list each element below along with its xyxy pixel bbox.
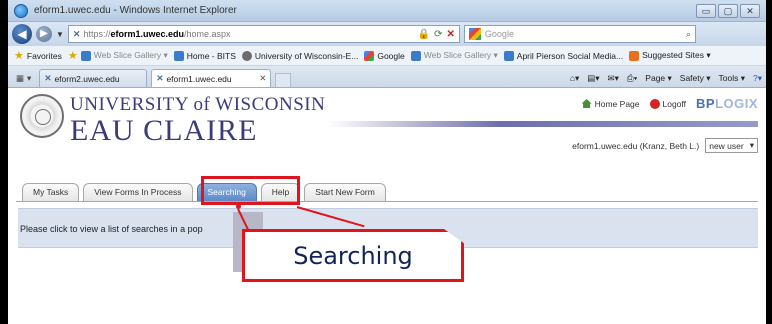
favorites-button[interactable]: ★ Favorites [14,49,62,62]
university-name: UNIVERSITY of WISCONSIN [70,94,326,115]
mail-icon[interactable]: ✉▾ [608,73,619,84]
url-actions: 🔒 ⟳ ✕ [418,29,455,40]
user-info: eform1.uwec.edu (Kranz, Beth L.) [572,140,700,151]
page-icon [173,50,184,61]
favorite-web-slice-1[interactable]: ★ Web Slice Gallery ▾ [68,49,168,62]
browser-tab-eform2[interactable]: ✕ eform2.uwec.edu [39,69,148,87]
safety-menu[interactable]: Safety ▾ [680,73,711,84]
chevron-down-icon: ▾ [749,140,754,150]
google-icon [468,28,481,40]
favorite-label: Google [377,50,405,61]
site-favicon-icon: ✕ [156,73,164,83]
favorites-label: Favorites [26,50,62,61]
page-content: UNIVERSITY of WISCONSIN EAU CLAIRE Home … [8,88,766,302]
web-slice-icon [410,50,421,61]
quick-tabs-button[interactable]: ▦ ▾ [12,69,35,87]
maximize-button[interactable]: ▢ [718,3,738,18]
campus-name: EAU CLAIRE [70,114,258,147]
user-line: eform1.uwec.edu (Kranz, Beth L.) new use… [572,138,758,153]
search-field[interactable]: Google ⌕ [463,25,696,43]
tab-view-forms-in-process[interactable]: View Forms In Process [83,183,193,201]
home-page-label: Home Page [594,98,640,109]
favorites-star-icon: ★ [14,50,24,62]
help-icon[interactable]: ?▾ [753,73,762,84]
browser-tab-eform1[interactable]: ✕ eform1.uwec.edu ✕ [151,69,272,87]
tab-rule [16,201,758,202]
tools-menu[interactable]: Tools ▾ [719,73,745,84]
site-favicon-icon: ✕ [72,28,81,39]
refresh-icon[interactable]: ⟳ [434,29,442,40]
url-scheme: https:// [83,29,111,39]
page-icon [503,50,514,61]
url-path: /home.aspx [184,29,231,39]
uw-seal-icon [20,94,64,138]
add-favorite-icon: ★ [67,50,78,62]
logoff-icon [649,98,660,109]
address-bar: ◀ ▶ ▼ ✕ https:// eform1.uwec.edu /home.a… [8,22,766,46]
suggested-sites-icon [629,50,640,61]
browser-tab-bar: ▦ ▾ ✕ eform2.uwec.edu ✕ eform1.uwec.edu … [8,66,766,88]
header-rule [328,121,758,127]
favorite-april-pierson[interactable]: April Pierson Social Media... [503,50,624,61]
home-icon [581,99,592,108]
search-placeholder: Google [484,29,514,39]
searching-tab-highlight [201,176,300,205]
favorite-label: Home - BITS [186,50,236,61]
window-title: eform1.uwec.edu - Windows Internet Explo… [34,5,237,16]
bplogix-logo: BPLOGIX [695,96,758,111]
logoff-label: Logoff [662,98,686,109]
new-tab-button[interactable] [275,73,292,87]
tab-start-new-form[interactable]: Start New Form [304,183,386,201]
user-select[interactable]: new user ▾ [705,138,758,153]
site-favicon-icon: ✕ [44,73,52,83]
top-links: Home Page Logoff BPLOGIX [581,96,758,111]
tab-label: eform1.uwec.edu [166,73,232,84]
favorite-web-slice-2[interactable]: Web Slice Gallery ▾ [410,50,498,61]
search-icon[interactable]: ⌕ [686,29,691,40]
tab-label: eform2.uwec.edu [54,73,120,84]
tab-my-tasks[interactable]: My Tasks [22,183,80,201]
home-icon[interactable]: ⌂▾ [570,73,579,84]
favorite-label: Suggested Sites ▾ [642,50,711,60]
favorite-label: University of Wisconsin-E... [254,50,359,61]
stage: eform1.uwec.edu - Windows Internet Explo… [0,0,772,324]
close-button[interactable]: ✕ [740,3,760,18]
favorites-bar: ★ Favorites ★ Web Slice Gallery ▾ Home -… [8,46,766,66]
favorite-label: Web Slice Gallery ▾ [93,50,168,60]
print-icon[interactable]: ⎙▾ [627,73,637,84]
web-slice-icon [80,50,91,61]
history-dropdown-icon[interactable]: ▼ [56,30,64,39]
callout-dot [236,204,241,209]
feeds-icon[interactable]: ▤▾ [587,73,599,84]
quick-tabs-icon: ▦ [16,72,25,83]
command-bar: ⌂▾ ▤▾ ✉▾ ⎙▾ Page ▾ Safety ▾ Tools ▾ ?▾ [570,69,762,87]
tab-list-dropdown-icon: ▾ [27,72,32,83]
callout-label: Searching [293,242,413,270]
logoff-link[interactable]: Logoff [649,98,686,109]
close-tab-icon[interactable]: ✕ [259,73,266,84]
uw-icon [241,50,252,61]
info-text: Please click to view a list of searches … [20,224,203,234]
google-icon [364,50,375,61]
favorite-uw[interactable]: University of Wisconsin-E... [241,50,359,61]
lock-icon[interactable]: 🔒 [418,29,430,40]
favorite-label: April Pierson Social Media... [516,50,624,61]
title-bar: eform1.uwec.edu - Windows Internet Explo… [8,0,766,22]
page-menu[interactable]: Page ▾ [645,73,671,84]
back-button[interactable]: ◀ [12,24,32,44]
home-page-link[interactable]: Home Page [581,98,640,109]
ie-icon [14,3,28,18]
favorite-google[interactable]: Google [364,50,405,61]
favorite-suggested-sites[interactable]: Suggested Sites ▾ [629,50,711,61]
url-field[interactable]: ✕ https:// eform1.uwec.edu /home.aspx 🔒 … [67,25,460,43]
browser-window: eform1.uwec.edu - Windows Internet Explo… [8,0,766,324]
minimize-button[interactable]: ▭ [696,3,716,18]
stop-icon[interactable]: ✕ [447,29,455,40]
favorite-home-bits[interactable]: Home - BITS [173,50,236,61]
user-select-value: new user [709,140,744,151]
forward-button[interactable]: ▶ [36,26,52,42]
window-controls: ▭ ▢ ✕ [696,3,766,18]
url-host: eform1.uwec.edu [110,29,185,39]
favorite-label: Web Slice Gallery ▾ [423,50,498,60]
